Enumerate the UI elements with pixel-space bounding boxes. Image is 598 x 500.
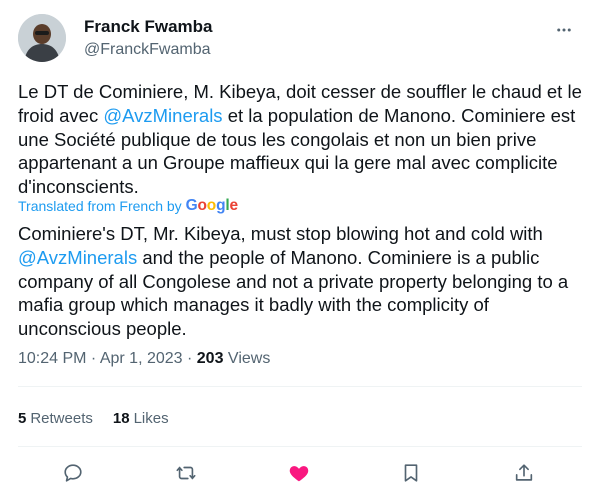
divider	[18, 446, 582, 447]
avatar[interactable]	[18, 14, 66, 62]
like-icon[interactable]	[284, 458, 314, 488]
retweets-count: 5	[18, 410, 27, 427]
translated-text: Cominiere's DT, Mr. Kibeya, must stop bl…	[18, 222, 583, 341]
likes-label: Likes	[133, 410, 169, 427]
retweets-stat[interactable]: 5 Retweets	[18, 410, 93, 427]
tweet-date[interactable]: Apr 1, 2023	[100, 350, 183, 367]
tweet-header: Franck Fwamba @FranckFwamba	[18, 14, 582, 66]
likes-stat[interactable]: 18 Likes	[113, 410, 169, 427]
translated-text-part1: Cominiere's DT, Mr. Kibeya, must stop bl…	[18, 223, 543, 244]
author-name[interactable]: Franck Fwamba	[84, 17, 213, 37]
action-bar	[18, 458, 582, 488]
share-icon[interactable]	[509, 458, 539, 488]
retweets-label: Retweets	[30, 410, 93, 427]
divider	[18, 386, 582, 387]
tweet-time[interactable]: 10:24 PM	[18, 350, 86, 367]
tweet-text: Le DT de Cominiere, M. Kibeya, doit cess…	[18, 80, 583, 199]
views-count: 203	[196, 350, 224, 367]
bookmark-icon[interactable]	[396, 458, 426, 488]
views-label: Views	[223, 350, 271, 367]
tweet-meta: 10:24 PM · Apr 1, 2023 · 203 Views	[18, 350, 271, 367]
author-handle[interactable]: @FranckFwamba	[84, 41, 211, 59]
translated-mention-link[interactable]: @AvzMinerals	[18, 247, 137, 268]
mention-link[interactable]: @AvzMinerals	[103, 105, 222, 126]
translation-attribution: Translated from French by Google	[18, 197, 238, 215]
retweet-icon[interactable]	[171, 458, 201, 488]
google-logo: Google	[185, 197, 238, 214]
engagement-stats: 5 Retweets 18 Likes	[18, 410, 169, 427]
translated-label[interactable]: Translated from French by	[18, 198, 182, 214]
reply-icon[interactable]	[58, 458, 88, 488]
likes-count: 18	[112, 410, 130, 427]
more-icon[interactable]	[552, 18, 576, 42]
